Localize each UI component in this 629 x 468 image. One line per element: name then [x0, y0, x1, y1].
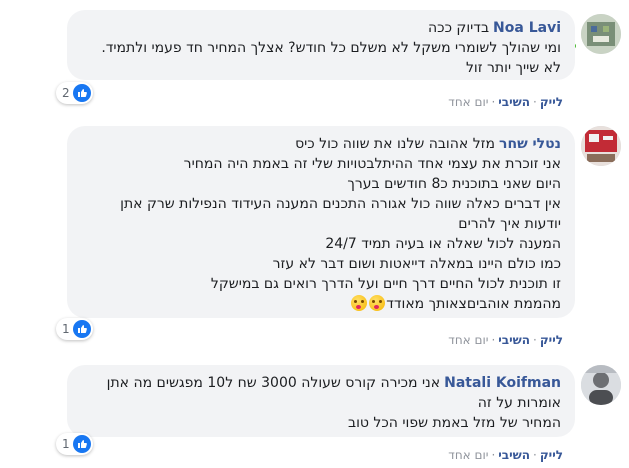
reply-link[interactable]: השיבי: [498, 333, 530, 347]
like-icon: [72, 435, 91, 453]
reaction-count-badge[interactable]: 1: [56, 433, 93, 455]
like-link[interactable]: לייק: [540, 333, 563, 347]
avatar[interactable]: [581, 126, 621, 166]
like-link[interactable]: לייק: [540, 95, 563, 109]
like-icon: [72, 84, 91, 102]
avatar-image: [581, 365, 621, 405]
comment: Natali Koifmanאני מכירה קורס שעולה 3000 …: [0, 365, 629, 468]
comment-bubble: נטלי שחרמזל אהובה שלנו את שווה כול כיס א…: [67, 126, 575, 318]
avatar-image: [581, 126, 621, 166]
reaction-count: 1: [62, 322, 70, 336]
comment-text-line: יודעות איך להרים: [458, 216, 561, 232]
comment-bubble: Noa Laviבדיוק ככה ומי שהולך לשומרי משקל …: [67, 10, 575, 80]
reaction-count-badge[interactable]: 2: [56, 82, 93, 104]
comment-text-line: המחיר של מזל באמת שפוי הכל טוב: [348, 415, 561, 431]
comment-author[interactable]: Noa Lavi: [493, 20, 561, 36]
reaction-count-badge[interactable]: 1: [56, 318, 93, 340]
comment-text-line: לא שייך יותר זול: [465, 60, 561, 76]
kissing-heart-emoji: [351, 295, 368, 311]
comment-text-line: כמו כולם היינו במאלה דייאטות ושום דבר לא…: [272, 256, 561, 272]
comment-text-line: זו תוכנית לכול החיים דרך חיים ועל הדרך ר…: [210, 276, 561, 292]
comment-author[interactable]: Natali Koifman: [444, 375, 561, 391]
comment-text-line: המענה לכול שאלה או בעיה תמיד 24/7: [325, 236, 561, 252]
timestamp[interactable]: יום אחד: [448, 333, 488, 347]
comment: Noa Laviבדיוק ככה ומי שהולך לשומרי משקל …: [0, 8, 629, 109]
avatar[interactable]: [581, 365, 621, 405]
comment-actions: לייק·השיבי·יום אחד: [448, 333, 563, 347]
reaction-count: 2: [62, 86, 70, 100]
reaction-count: 1: [62, 437, 70, 451]
comment: נטלי שחרמזל אהובה שלנו את שווה כול כיס א…: [0, 126, 629, 348]
avatar-image: [581, 14, 621, 54]
comment-actions: לייק·השיבי·יום אחד: [448, 448, 563, 462]
timestamp[interactable]: יום אחד: [448, 448, 488, 462]
comment-text-line: בדיוק ככה: [428, 20, 490, 36]
comment-bubble: Natali Koifmanאני מכירה קורס שעולה 3000 …: [67, 365, 575, 437]
comment-text-line: אומרות על זה: [477, 395, 561, 411]
reply-link[interactable]: השיבי: [498, 448, 530, 462]
timestamp[interactable]: יום אחד: [448, 95, 488, 109]
kissing-heart-emoji: [369, 295, 386, 311]
comment-text-line: מהממת אוהבים‌צאותך מאודד: [386, 296, 561, 312]
comment-actions: לייק·השיבי·יום אחד: [448, 95, 563, 109]
comment-text-line: אני מכירה קורס שעולה 3000 שח ל10 מפגשים …: [106, 375, 441, 391]
comment-text-line: מזל אהובה שלנו את שווה כול כיס: [295, 136, 496, 152]
avatar[interactable]: [581, 14, 621, 54]
comment-text-line: היום שאני בתוכנית כ8 חודשים בערך: [347, 176, 561, 192]
like-link[interactable]: לייק: [540, 448, 563, 462]
comment-text-line: אין דברים כאלה שווה כול אגורה התכנים המע…: [120, 196, 561, 212]
comments-section: Noa Laviבדיוק ככה ומי שהולך לשומרי משקל …: [0, 0, 629, 468]
comment-text-line: ומי שהולך לשומרי משקל לא משלם כל חודש? א…: [101, 40, 561, 56]
like-icon: [72, 320, 91, 338]
comment-text-line: אני זוכרת את עצמי אחד ההיתלבטויות שלי זה…: [183, 156, 561, 172]
comment-author[interactable]: נטלי שחר: [499, 136, 561, 152]
reply-link[interactable]: השיבי: [498, 95, 530, 109]
